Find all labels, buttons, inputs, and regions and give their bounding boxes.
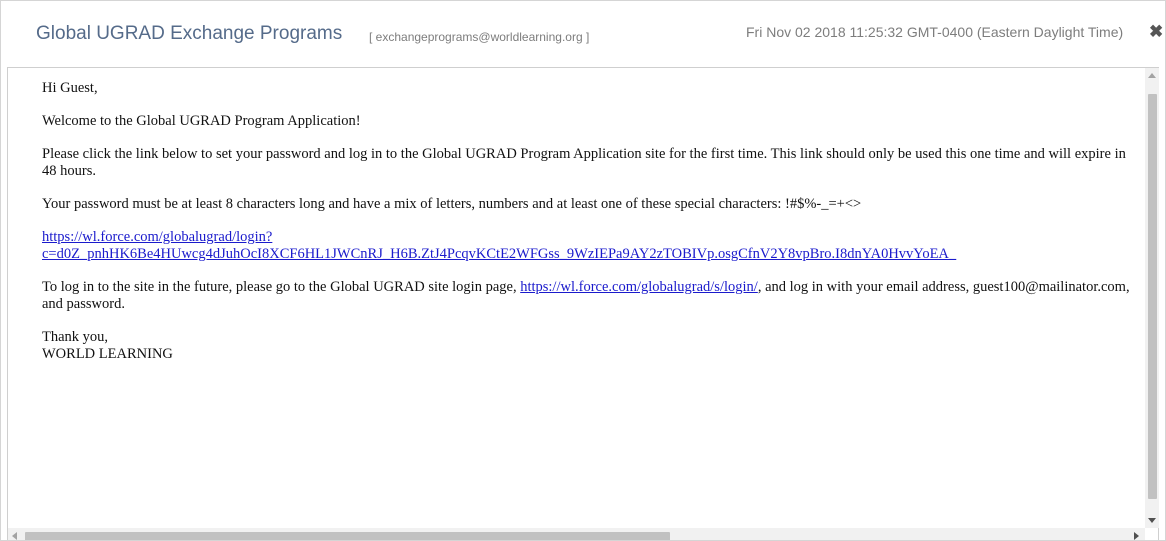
email-viewer: Global UGRAD Exchange Programs [ exchang… bbox=[0, 0, 1166, 541]
horizontal-scrollbar[interactable] bbox=[8, 528, 1145, 540]
horizontal-scroll-thumb[interactable] bbox=[25, 532, 670, 540]
reset-link-paragraph: https://wl.force.com/globalugrad/login? c… bbox=[42, 229, 1145, 263]
reset-link-line-2: c=d0Z_pnhHK6Be4HUwcg4dJuhOcI8XCF6HL1JWCn… bbox=[42, 246, 957, 262]
email-body-pane: Hi Guest, Welcome to the Global UGRAD Pr… bbox=[7, 67, 1159, 540]
email-date: Fri Nov 02 2018 11:25:32 GMT-0400 (Easte… bbox=[746, 24, 1124, 40]
scroll-down-arrow-icon[interactable] bbox=[1148, 518, 1156, 523]
vertical-scroll-thumb[interactable] bbox=[1148, 94, 1157, 499]
login-page-link[interactable]: https://wl.force.com/globalugrad/s/login… bbox=[520, 279, 758, 295]
reset-link-line-1: https://wl.force.com/globalugrad/login? bbox=[42, 229, 273, 245]
future-login-text-before: To log in to the site in the future, ple… bbox=[42, 279, 521, 295]
greeting: Hi Guest, bbox=[42, 80, 98, 96]
scroll-left-arrow-icon[interactable] bbox=[12, 532, 17, 540]
signature: WORLD LEARNING bbox=[42, 346, 173, 362]
closing-block: Thank you, WORLD LEARNING bbox=[42, 329, 1145, 363]
email-body: Hi Guest, Welcome to the Global UGRAD Pr… bbox=[8, 68, 1145, 528]
password-rules: Your password must be at least 8 charact… bbox=[42, 196, 862, 212]
email-subject: Global UGRAD Exchange Programs bbox=[36, 23, 343, 44]
reset-password-link[interactable]: https://wl.force.com/globalugrad/login? c… bbox=[42, 229, 956, 262]
future-login-paragraph: To log in to the site in the future, ple… bbox=[42, 279, 1142, 313]
instructions-paragraph: Please click the link below to set your … bbox=[42, 146, 1126, 179]
scroll-up-arrow-icon[interactable] bbox=[1148, 73, 1156, 78]
sender-address: [ exchangeprograms@worldlearning.org ] bbox=[369, 30, 590, 44]
closing-line: Thank you, bbox=[42, 329, 109, 345]
email-header: Global UGRAD Exchange Programs [ exchang… bbox=[1, 1, 1165, 67]
vertical-scrollbar[interactable] bbox=[1145, 68, 1159, 528]
close-icon[interactable]: ✖ bbox=[1149, 22, 1163, 42]
welcome-line: Welcome to the Global UGRAD Program Appl… bbox=[42, 113, 361, 129]
scroll-right-arrow-icon[interactable] bbox=[1134, 532, 1139, 540]
